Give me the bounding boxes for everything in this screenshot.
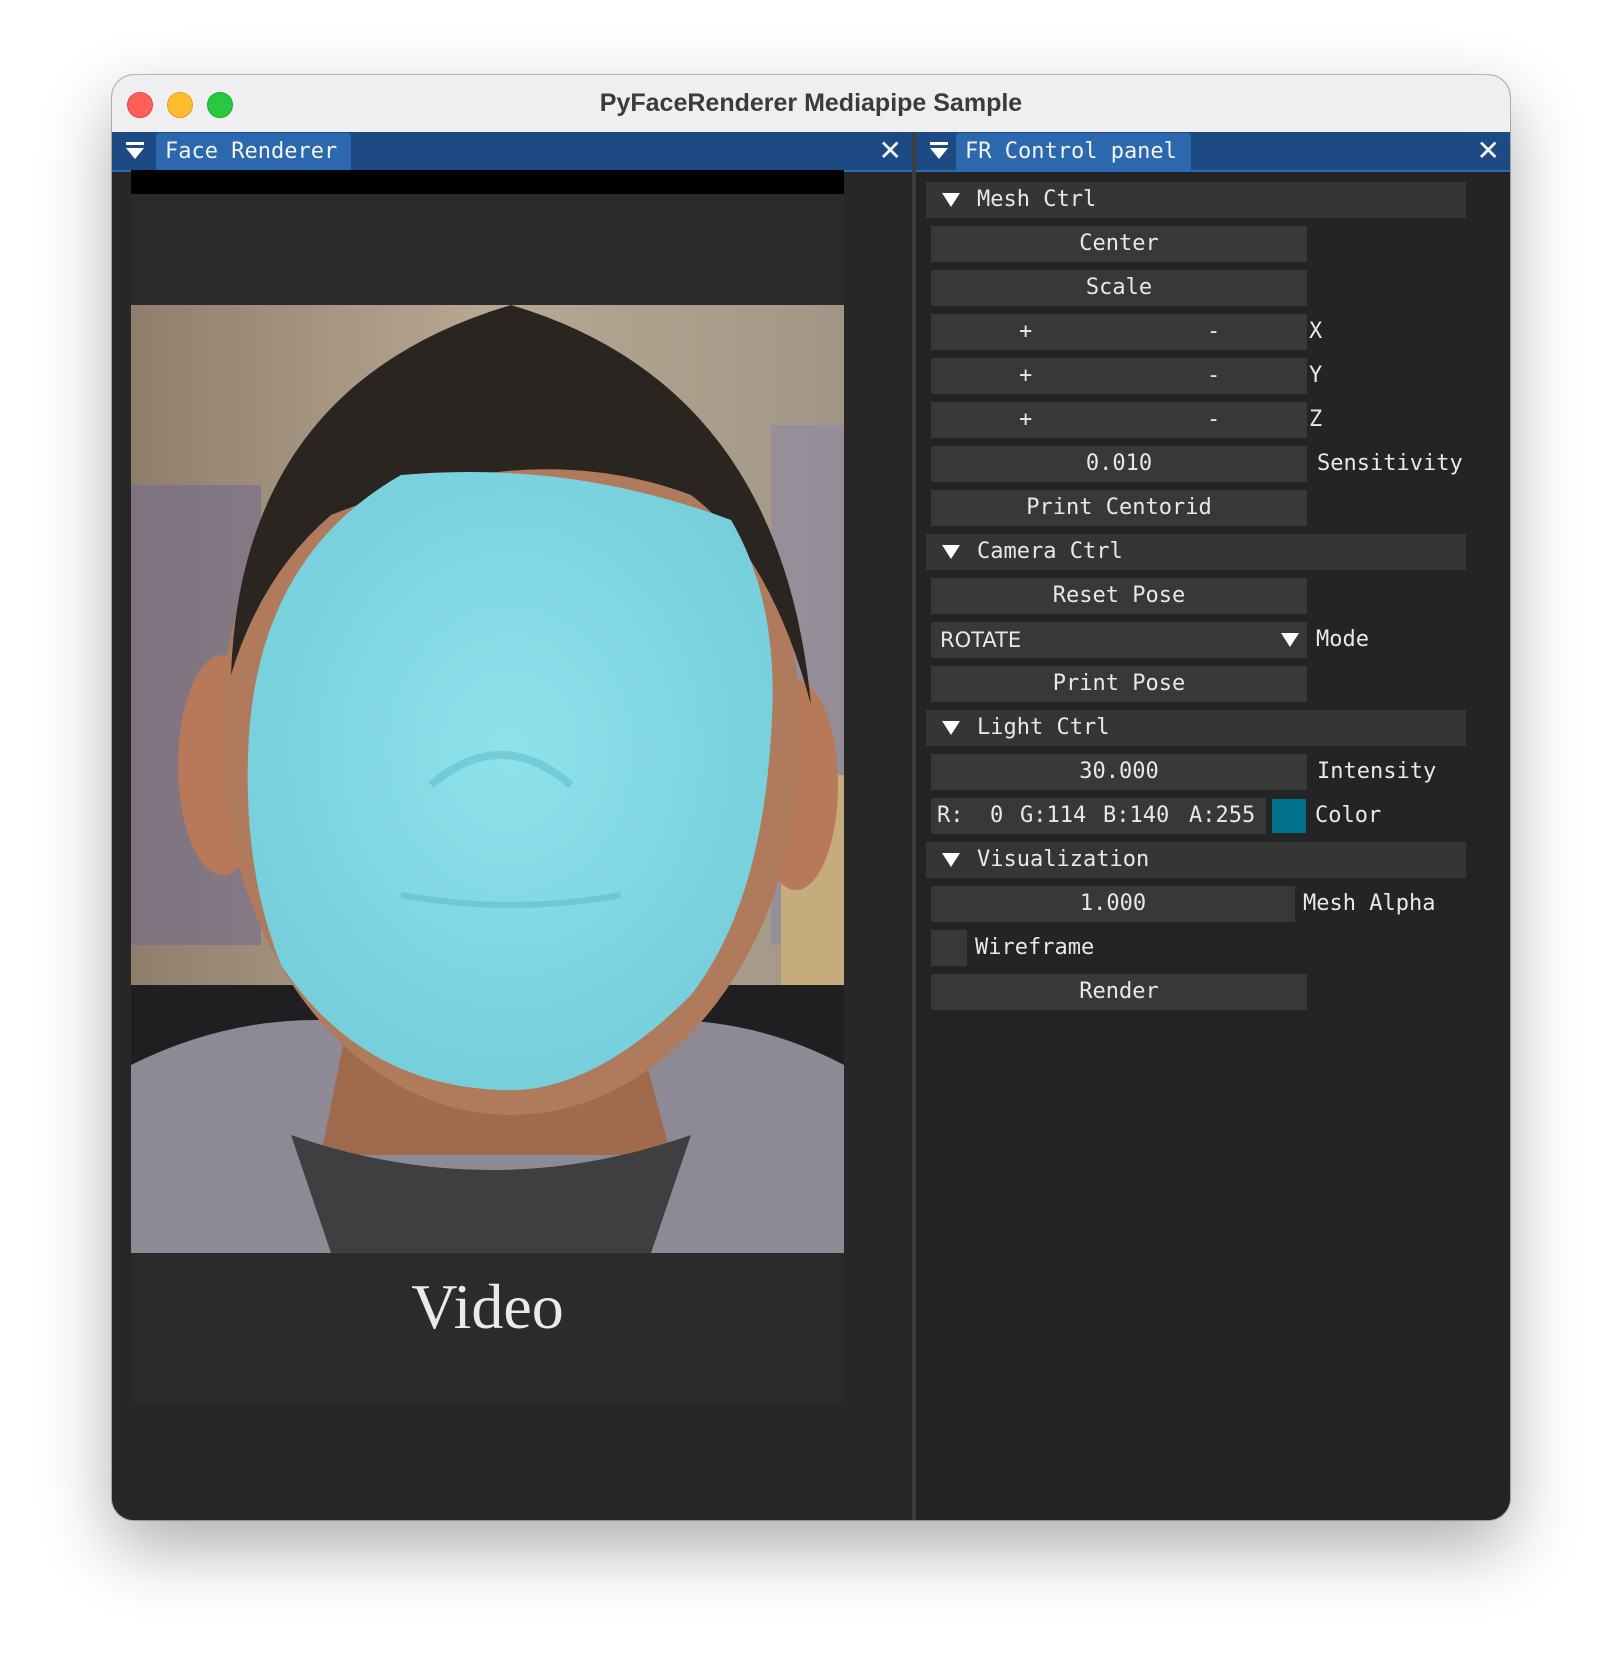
print-pose-button[interactable]: Print Pose xyxy=(931,666,1307,702)
camera-ctrl-title: Camera Ctrl xyxy=(977,539,1123,564)
rendered-face-image xyxy=(131,305,844,1253)
sensitivity-slider[interactable]: 0.010 xyxy=(931,446,1307,482)
expand-triangle-icon xyxy=(942,193,960,207)
intensity-label: Intensity xyxy=(1317,759,1437,784)
y-stepper[interactable]: + - xyxy=(931,358,1307,394)
mesh-alpha-label: Mesh Alpha xyxy=(1303,891,1436,916)
camera-ctrl-header[interactable]: Camera Ctrl xyxy=(926,534,1466,570)
color-editor-row: R: 0 G:114 B:140 A:255 Color xyxy=(916,798,1510,834)
scale-button[interactable]: Scale xyxy=(931,270,1307,306)
video-caption: Video xyxy=(411,1271,564,1342)
expand-triangle-icon xyxy=(942,853,960,867)
visualization-header[interactable]: Visualization xyxy=(926,842,1466,878)
mesh-ctrl-header[interactable]: Mesh Ctrl xyxy=(926,182,1466,218)
control-panel: FR Control panel ✕ Mesh Ctrl Center Scal… xyxy=(916,132,1510,1520)
expand-triangle-icon xyxy=(942,545,960,559)
color-g-field[interactable]: G:114 xyxy=(1014,798,1097,834)
mode-dropdown[interactable]: ROTATE xyxy=(931,622,1307,658)
face-renderer-tab-bar: Face Renderer ✕ xyxy=(112,132,912,172)
wireframe-label: Wireframe xyxy=(975,935,1095,960)
wireframe-checkbox[interactable] xyxy=(931,930,967,966)
x-stepper[interactable]: + - xyxy=(931,314,1307,350)
render-viewport[interactable]: Video xyxy=(131,170,844,1403)
color-b-field[interactable]: B:140 xyxy=(1097,798,1180,834)
color-swatch[interactable] xyxy=(1272,799,1306,833)
mode-dropdown-value: ROTATE xyxy=(940,628,1022,652)
z-plus-button[interactable]: + xyxy=(1019,402,1032,438)
expand-triangle-icon xyxy=(942,721,960,735)
y-minus-button[interactable]: - xyxy=(1207,358,1220,394)
color-a-field[interactable]: A:255 xyxy=(1180,798,1266,834)
close-icon[interactable]: ✕ xyxy=(1477,135,1500,167)
visualization-title: Visualization xyxy=(977,847,1150,872)
mesh-ctrl-title: Mesh Ctrl xyxy=(977,187,1097,212)
y-plus-button[interactable]: + xyxy=(1019,358,1032,394)
render-button[interactable]: Render xyxy=(931,974,1307,1010)
color-r-field[interactable]: R: 0 xyxy=(931,798,1014,834)
x-axis-label: X xyxy=(1309,319,1323,344)
z-stepper[interactable]: + - xyxy=(931,402,1307,438)
face-renderer-panel: Face Renderer ✕ Video xyxy=(112,132,912,1520)
collapse-menu-icon[interactable] xyxy=(930,142,948,160)
viewport-top-strip xyxy=(131,170,844,194)
center-button[interactable]: Center xyxy=(931,226,1307,262)
intensity-slider[interactable]: 30.000 xyxy=(931,754,1307,790)
sensitivity-label: Sensitivity xyxy=(1317,451,1463,476)
tab-fr-control-panel[interactable]: FR Control panel xyxy=(956,133,1191,170)
app-window: PyFaceRenderer Mediapipe Sample Face Ren… xyxy=(112,75,1510,1520)
collapse-menu-icon[interactable] xyxy=(126,142,144,160)
control-panel-tab-bar: FR Control panel ✕ xyxy=(916,132,1510,172)
dropdown-arrow-icon xyxy=(1281,633,1299,647)
reset-pose-button[interactable]: Reset Pose xyxy=(931,578,1307,614)
light-ctrl-header[interactable]: Light Ctrl xyxy=(926,710,1466,746)
print-centroid-button[interactable]: Print Centorid xyxy=(931,490,1307,526)
color-label: Color xyxy=(1315,803,1382,828)
close-icon[interactable]: ✕ xyxy=(879,135,902,167)
tab-face-renderer[interactable]: Face Renderer xyxy=(156,133,352,170)
x-plus-button[interactable]: + xyxy=(1019,314,1032,350)
y-axis-label: Y xyxy=(1309,363,1323,388)
light-ctrl-title: Light Ctrl xyxy=(977,715,1110,740)
title-bar: PyFaceRenderer Mediapipe Sample xyxy=(112,75,1510,133)
mode-label: Mode xyxy=(1316,627,1369,652)
x-minus-button[interactable]: - xyxy=(1207,314,1220,350)
z-minus-button[interactable]: - xyxy=(1207,402,1220,438)
window-title: PyFaceRenderer Mediapipe Sample xyxy=(599,89,1023,117)
z-axis-label: Z xyxy=(1309,407,1323,432)
mesh-alpha-slider[interactable]: 1.000 xyxy=(931,886,1295,922)
